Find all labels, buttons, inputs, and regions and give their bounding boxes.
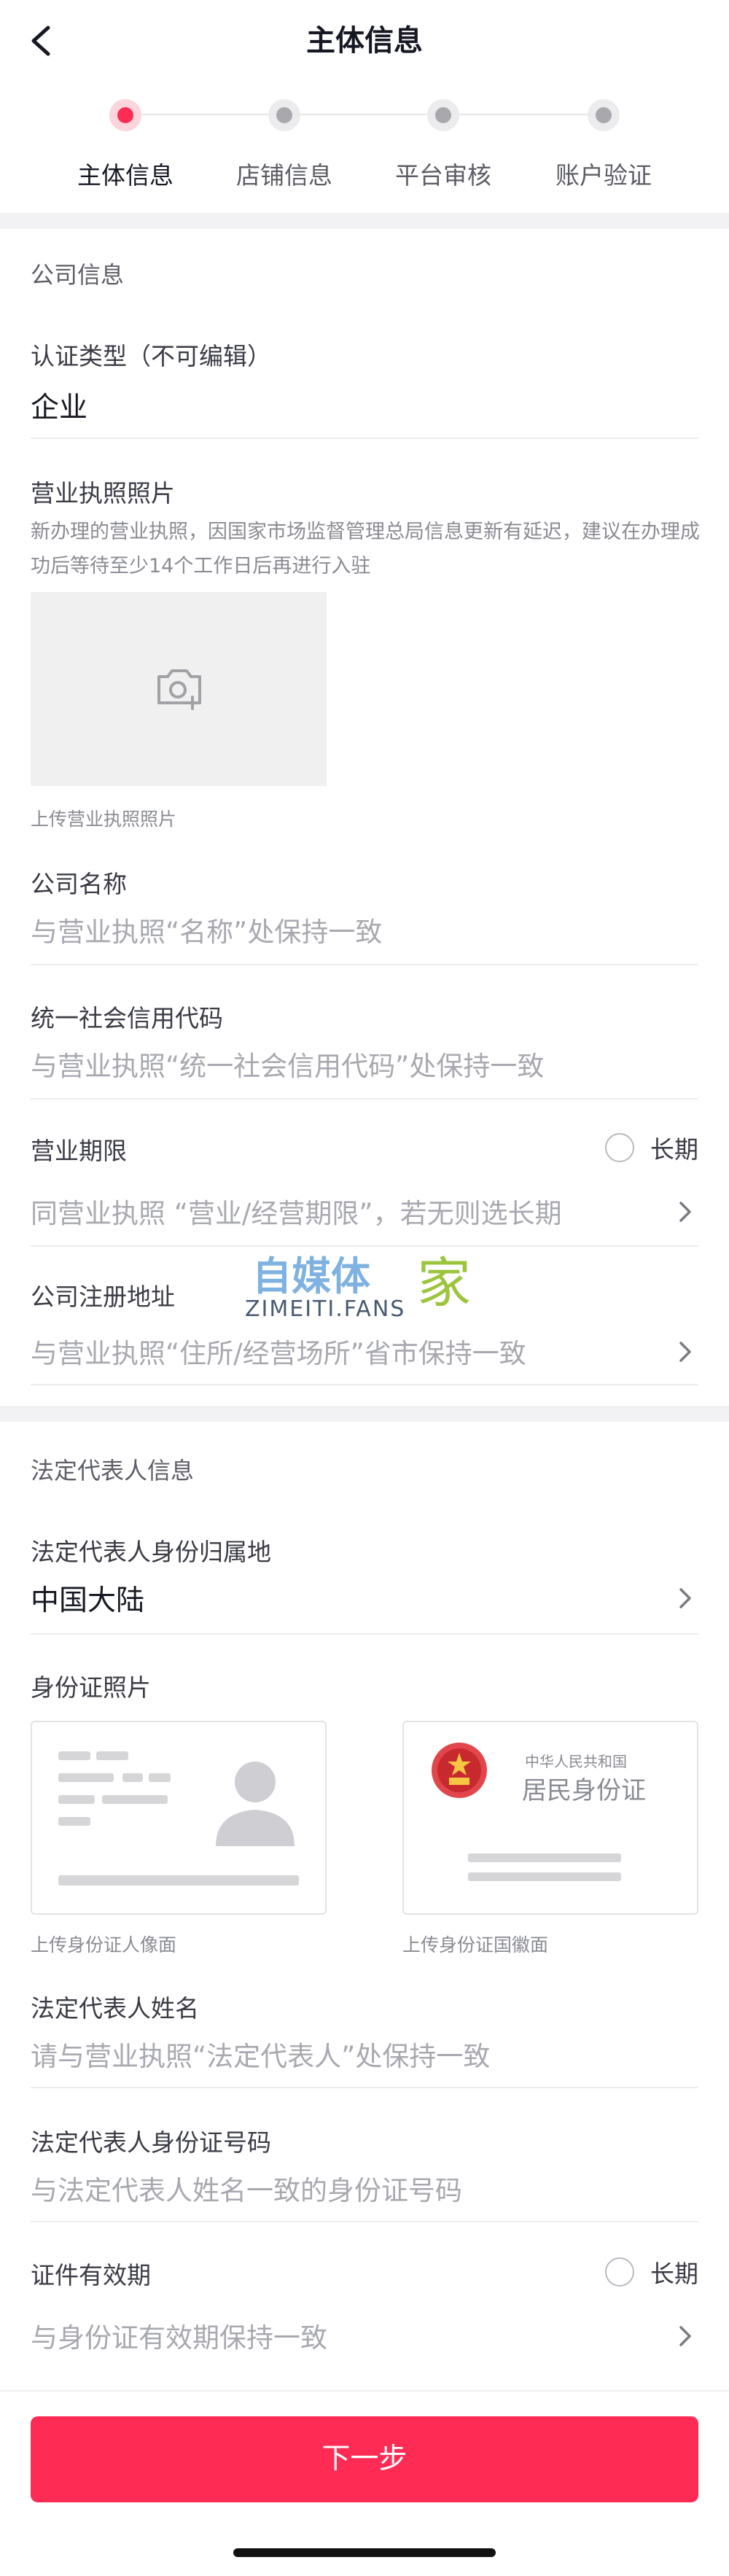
id-region-value[interactable]: 中国大陆 [31,1578,144,1619]
validity-label: 证件有效期 [31,2261,151,2289]
business-term-label: 营业期限 [31,1137,127,1165]
credit-code-label: 统一社会信用代码 [31,1004,223,1032]
step-label: 店铺信息 [236,161,332,190]
credit-code-input[interactable]: 与营业执照“统一社会信用代码”处保持一致 [31,1044,544,1083]
watermark-text-en: ZIMEITI.FANS [245,1296,406,1322]
camera-add-icon [157,669,201,710]
step-dot [596,107,612,123]
divider [31,2221,698,2222]
step-platform-review: 平台审核 [363,82,523,210]
chevron-right-icon[interactable] [671,2322,700,2351]
registered-address-label: 公司注册地址 [31,1283,175,1311]
license-upload-box[interactable] [31,592,327,786]
watermark-text-cn-2: 家 [417,1252,471,1315]
step-dot-active [117,107,133,123]
validity-long-radio[interactable]: 长期 [605,2254,698,2289]
id-back-bar [468,1872,621,1881]
step-shop-info: 店铺信息 [204,82,364,210]
chevron-right-icon[interactable] [671,1197,700,1226]
step-dot [276,107,292,123]
legal-id-number-label: 法定代表人身份证号码 [31,2128,271,2157]
divider [31,1098,698,1100]
national-emblem-icon [432,1743,487,1798]
company-name-label: 公司名称 [31,870,127,898]
id-back-caption: 上传身份证国徽面 [402,1934,549,1956]
radio-circle[interactable] [605,2257,634,2287]
step-label: 主体信息 [77,161,174,190]
watermark-logo: 自媒体 家 ZIMEITI.FANS [245,1244,507,1324]
home-indicator [233,2548,496,2557]
id-front-caption: 上传身份证人像面 [31,1934,177,1956]
legal-name-label: 法定代表人姓名 [31,1994,199,2023]
step-dot [435,107,451,123]
id-back-upload[interactable]: 中华人民共和国 居民身份证 [402,1721,698,1915]
radio-label: 长期 [650,2260,698,2288]
registered-address-input[interactable]: 与营业执照“住所/经营场所”省市保持一致 [31,1331,526,1371]
cert-type-value: 企业 [31,392,88,424]
radio-circle[interactable] [605,1133,634,1162]
section-gap [0,213,729,229]
company-name-input[interactable]: 与营业执照“名称”处保持一致 [31,910,382,949]
license-upload-caption: 上传营业执照照片 [31,809,177,830]
cert-type-label: 认证类型（不可编辑） [31,342,271,370]
id-photo-label: 身份证照片 [31,1673,151,1702]
validity-input[interactable]: 与身份证有效期保持一致 [31,2316,327,2355]
divider [31,1633,698,1635]
legal-section-title: 法定代表人信息 [31,1457,195,1484]
business-term-input[interactable]: 同营业执照 “营业/经营期限”，若无则选长期 [31,1191,562,1231]
step-subject-info: 主体信息 [45,82,206,210]
header: 主体信息 [0,0,729,82]
step-account-verify: 账户验证 [523,82,684,210]
watermark-text-cn: 自媒体 [252,1253,370,1299]
id-region-label: 法定代表人身份归属地 [31,1538,271,1566]
business-term-long-radio[interactable]: 长期 [605,1130,698,1165]
next-step-button[interactable]: 下一步 [31,2416,698,2502]
legal-id-number-input[interactable]: 与法定代表人姓名一致的身份证号码 [31,2168,462,2208]
divider [31,1384,698,1385]
id-back-line1: 中华人民共和国 [525,1753,627,1770]
chevron-right-icon[interactable] [671,1337,700,1366]
company-section-title: 公司信息 [31,261,125,289]
bottom-bar: 下一步 [0,2390,729,2576]
id-front-upload[interactable] [31,1721,327,1915]
license-hint: 新办理的营业执照，因国家市场监督管理总局信息更新有延迟，建议在办理成功后等待至少… [31,521,700,577]
legal-name-input[interactable]: 请与营业执照“法定代表人”处保持一致 [31,2034,490,2074]
divider [31,964,698,965]
page-title: 主体信息 [306,24,423,58]
license-photo-label: 营业执照照片 [31,479,175,507]
section-gap [0,1406,729,1422]
id-back-line2: 居民身份证 [522,1776,646,1805]
progress-stepper: 主体信息 店铺信息 平台审核 账户验证 [0,82,729,210]
divider [31,2087,698,2088]
radio-label: 长期 [650,1135,698,1164]
chevron-right-icon[interactable] [671,1584,700,1613]
step-label: 账户验证 [555,161,652,190]
step-label: 平台审核 [395,161,491,190]
id-back-bar [468,1853,621,1862]
id-front-illustration [58,1751,299,1886]
divider [31,437,698,439]
